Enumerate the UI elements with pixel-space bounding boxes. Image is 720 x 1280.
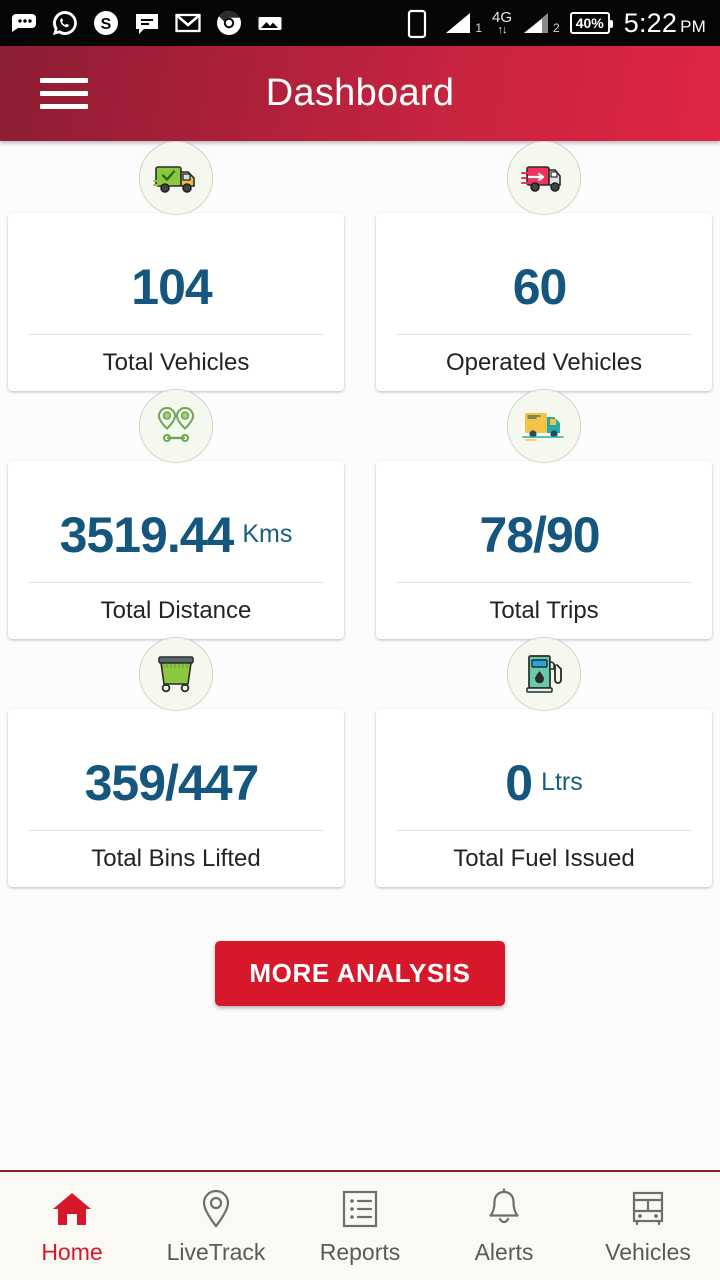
card-label: Total Distance <box>100 597 252 624</box>
status-bar: S 1 4G ↑↓ 2 40% 5:22 PM <box>0 0 720 46</box>
nav-label-livetrack: LiveTrack <box>166 1238 266 1265</box>
card-value-row: 0 Ltrs <box>376 709 712 830</box>
signal-2-icon: 2 <box>522 11 560 35</box>
skype-icon: S <box>92 9 120 37</box>
app-bar: Dashboard <box>0 46 720 141</box>
more-analysis-row: MORE ANALYSIS <box>0 941 720 1006</box>
bell-icon <box>484 1187 524 1231</box>
phone-icon <box>406 9 434 39</box>
status-clock: 5:22 PM <box>623 7 706 38</box>
bus-front-icon <box>628 1187 668 1231</box>
clock-time: 5:22 <box>623 7 678 38</box>
card-value: 0 <box>505 754 533 811</box>
card-label: Total Bins Lifted <box>91 845 261 872</box>
messages-icon <box>10 9 38 37</box>
dashboard-content: 104 Total Vehicles 60 Operated Vehicles … <box>0 141 720 1206</box>
nav-item-livetrack[interactable]: LiveTrack <box>144 1172 288 1280</box>
truck-check-icon <box>139 141 213 215</box>
card-body: 78/90 Total Trips <box>376 461 712 639</box>
signal-1-icon: 1 <box>444 11 482 35</box>
card-value-row: 359/447 <box>8 709 344 830</box>
card-value: 78/90 <box>479 506 600 563</box>
garbage-bin-icon <box>139 637 213 711</box>
gmail-icon <box>174 9 202 37</box>
nav-label-vehicles: Vehicles <box>605 1238 691 1265</box>
card-value: 60 <box>512 258 568 315</box>
card-label: Operated Vehicles <box>445 349 643 376</box>
nav-item-vehicles[interactable]: Vehicles <box>576 1172 720 1280</box>
card-unit: Kms <box>242 520 293 548</box>
hamburger-bar <box>40 78 88 83</box>
nav-item-reports[interactable]: Reports <box>288 1172 432 1280</box>
nav-label-alerts: Alerts <box>474 1238 534 1265</box>
card-value-row: 60 <box>376 213 712 334</box>
hamburger-bar <box>40 104 88 109</box>
more-analysis-button[interactable]: MORE ANALYSIS <box>215 941 505 1006</box>
network-type-label: 4G <box>492 9 513 26</box>
card-body: 0 Ltrs Total Fuel Issued <box>376 709 712 887</box>
card-value-row: 3519.44 Kms <box>8 461 344 582</box>
battery-indicator: 40% <box>569 12 613 34</box>
nav-label-home: Home <box>41 1238 103 1265</box>
stat-card-total-distance[interactable]: 3519.44 Kms Total Distance <box>8 389 344 665</box>
svg-text:S: S <box>101 16 112 33</box>
stat-card-total-trips[interactable]: 78/90 Total Trips <box>376 389 712 665</box>
card-value-row: 78/90 <box>376 461 712 582</box>
card-body: 3519.44 Kms Total Distance <box>8 461 344 639</box>
status-system-icons: 1 4G ↑↓ 2 40% 5:22 PM <box>406 7 706 39</box>
fuel-pump-icon <box>507 637 581 711</box>
status-notification-icons: S <box>10 9 406 37</box>
reports-list-icon <box>340 1187 380 1231</box>
sms-icon <box>133 9 161 37</box>
whatsapp-icon <box>51 9 79 37</box>
nav-label-reports: Reports <box>319 1238 401 1265</box>
signal-2-label: 2 <box>553 21 560 35</box>
battery-level-label: 40% <box>575 15 604 31</box>
stat-card-total-vehicles[interactable]: 104 Total Vehicles <box>8 141 344 417</box>
cargo-truck-icon <box>507 389 581 463</box>
card-value-row: 104 <box>8 213 344 334</box>
hamburger-menu-icon[interactable] <box>40 78 88 109</box>
route-pins-icon <box>139 389 213 463</box>
card-body: 60 Operated Vehicles <box>376 213 712 391</box>
home-icon <box>50 1187 94 1231</box>
card-body: 104 Total Vehicles <box>8 213 344 391</box>
photo-icon <box>256 9 284 37</box>
card-value: 359/447 <box>84 754 260 811</box>
hamburger-bar <box>40 91 88 96</box>
data-arrows-icon: ↑↓ <box>497 24 508 36</box>
card-value: 104 <box>131 258 212 315</box>
stat-card-total-fuel-issued[interactable]: 0 Ltrs Total Fuel Issued <box>376 637 712 913</box>
card-label: Total Trips <box>489 597 599 624</box>
stat-card-grid: 104 Total Vehicles 60 Operated Vehicles … <box>0 141 720 921</box>
clock-ampm: PM <box>680 16 706 36</box>
stat-card-total-bins-lifted[interactable]: 359/447 Total Bins Lifted <box>8 637 344 913</box>
card-unit: Ltrs <box>541 768 583 796</box>
nav-item-alerts[interactable]: Alerts <box>432 1172 576 1280</box>
signal-1-label: 1 <box>475 21 482 35</box>
bottom-navigation-bar: Home LiveTrack Reports Alerts Vehicles <box>0 1170 720 1280</box>
nav-item-home[interactable]: Home <box>0 1172 144 1280</box>
card-value: 3519.44 <box>59 506 235 563</box>
truck-moving-icon <box>507 141 581 215</box>
chrome-icon <box>215 9 243 37</box>
map-pin-icon <box>198 1187 234 1231</box>
card-body: 359/447 Total Bins Lifted <box>8 709 344 887</box>
card-label: Total Vehicles <box>102 349 250 376</box>
network-type-indicator: 4G ↑↓ <box>492 10 512 36</box>
page-title: Dashboard <box>265 72 455 114</box>
card-label: Total Fuel Issued <box>453 845 635 872</box>
stat-card-operated-vehicles[interactable]: 60 Operated Vehicles <box>376 141 712 417</box>
